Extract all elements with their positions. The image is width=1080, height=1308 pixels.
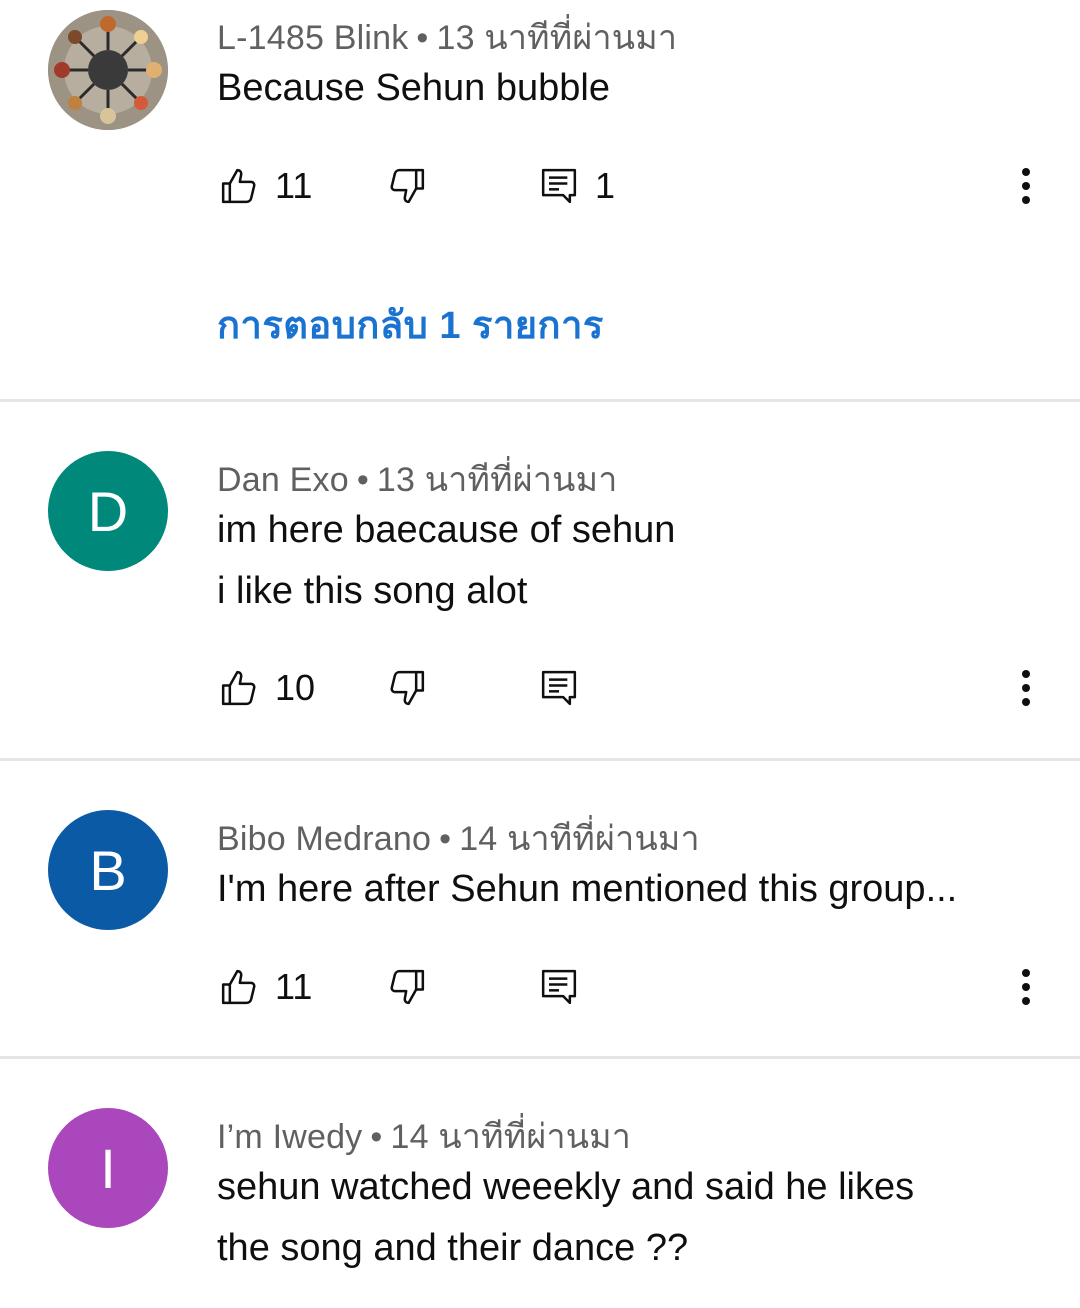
avatar[interactable]: I [48, 1108, 168, 1228]
dislike-button[interactable] [387, 658, 427, 718]
comment-text: Because Sehun bubble [217, 58, 610, 119]
like-count: 11 [275, 966, 313, 1007]
comment-item: L-1485 Blink • 13 นาทีที่ผ่านมา Because Se… [0, 0, 1080, 400]
avatar-letter: B [89, 838, 127, 902]
author-name[interactable]: L-1485 Blink [217, 19, 408, 57]
comment-actions: 10 [0, 658, 1080, 718]
more-options-button[interactable] [1006, 156, 1046, 216]
reply-button[interactable]: 1 [539, 156, 615, 216]
thumb-up-icon [221, 168, 256, 204]
separator-dot: • [370, 1118, 383, 1156]
view-replies-link[interactable]: การตอบกลับ 1 รายการ [217, 294, 604, 355]
reply-button[interactable] [539, 658, 579, 718]
more-vert-icon [1022, 670, 1030, 706]
comment-item: I I’m Iwedy • 14 นาทีที่ผ่านมา sehun watch… [0, 1059, 1080, 1308]
reply-comment-icon [541, 168, 577, 204]
thumb-up-icon [221, 670, 256, 706]
reply-button[interactable] [539, 957, 579, 1017]
author-name[interactable]: Bibo Medrano [217, 820, 431, 858]
comment-time: 14 นาทีที่ผ่านมา [390, 1118, 632, 1156]
guitar-collage-image [48, 10, 168, 130]
comment-time: 13 นาทีที่ผ่านมา [436, 19, 678, 57]
comment-actions: 11 [0, 957, 1080, 1017]
thumb-down-icon [390, 168, 425, 204]
comment-line: I'm here after Sehun mentioned this grou… [217, 868, 958, 910]
reply-comment-icon [541, 670, 577, 706]
comment-text: sehun watched weeekly and said he likes … [217, 1157, 914, 1279]
avatar[interactable] [48, 10, 168, 130]
more-options-button[interactable] [1006, 957, 1046, 1017]
comment-meta: L-1485 Blink • 13 นาทีที่ผ่านมา [217, 10, 677, 64]
comment-meta: Bibo Medrano • 14 นาทีที่ผ่านมา [217, 811, 700, 865]
dislike-button[interactable] [387, 156, 427, 216]
avatar[interactable]: B [48, 810, 168, 930]
more-options-button[interactable] [1006, 658, 1046, 718]
reply-count: 1 [595, 165, 616, 206]
author-name[interactable]: Dan Exo [217, 461, 349, 499]
comment-line: Because Sehun bubble [217, 67, 610, 109]
thumb-down-icon [390, 969, 425, 1005]
thumb-down-icon [390, 670, 425, 706]
thumb-up-icon [221, 969, 256, 1005]
separator-dot: • [439, 820, 452, 858]
comment-line: the song and their dance ?? [217, 1227, 689, 1269]
like-count: 11 [275, 165, 313, 206]
avatar[interactable]: D [48, 451, 168, 571]
like-button[interactable]: 11 [219, 156, 312, 216]
like-button[interactable]: 11 [219, 957, 312, 1017]
more-vert-icon [1022, 168, 1030, 204]
separator-dot: • [356, 461, 369, 499]
comment-item: B Bibo Medrano • 14 นาทีที่ผ่านมา I'm here… [0, 761, 1080, 1056]
avatar-letter: D [87, 479, 129, 543]
comment-item: D Dan Exo • 13 นาทีที่ผ่านมา im here baeca… [0, 402, 1080, 758]
comment-time: 14 นาทีที่ผ่านมา [459, 820, 700, 858]
avatar-letter: I [100, 1136, 116, 1200]
comment-line: im here baecause of sehun [217, 509, 676, 551]
comment-line: sehun watched weeekly and said he likes [217, 1166, 915, 1208]
more-vert-icon [1022, 969, 1030, 1005]
author-name[interactable]: I’m Iwedy [217, 1118, 362, 1156]
reply-comment-icon [541, 969, 577, 1005]
comment-meta: Dan Exo • 13 นาทีที่ผ่านมา [217, 452, 618, 506]
comment-time: 13 นาทีที่ผ่านมา [376, 461, 618, 499]
comments-list: L-1485 Blink • 13 นาทีที่ผ่านมา Because Se… [0, 0, 1080, 1308]
like-count: 10 [275, 667, 316, 708]
comment-line: i like this song alot [217, 570, 528, 612]
comment-actions: 11 1 [0, 156, 1080, 216]
dislike-button[interactable] [387, 957, 427, 1017]
like-button[interactable]: 10 [219, 658, 315, 718]
comment-text: I'm here after Sehun mentioned this grou… [217, 859, 957, 920]
separator-dot: • [416, 19, 429, 57]
comment-meta: I’m Iwedy • 14 นาทีที่ผ่านมา [217, 1109, 631, 1163]
comment-text: im here baecause of sehun i like this so… [217, 500, 675, 622]
